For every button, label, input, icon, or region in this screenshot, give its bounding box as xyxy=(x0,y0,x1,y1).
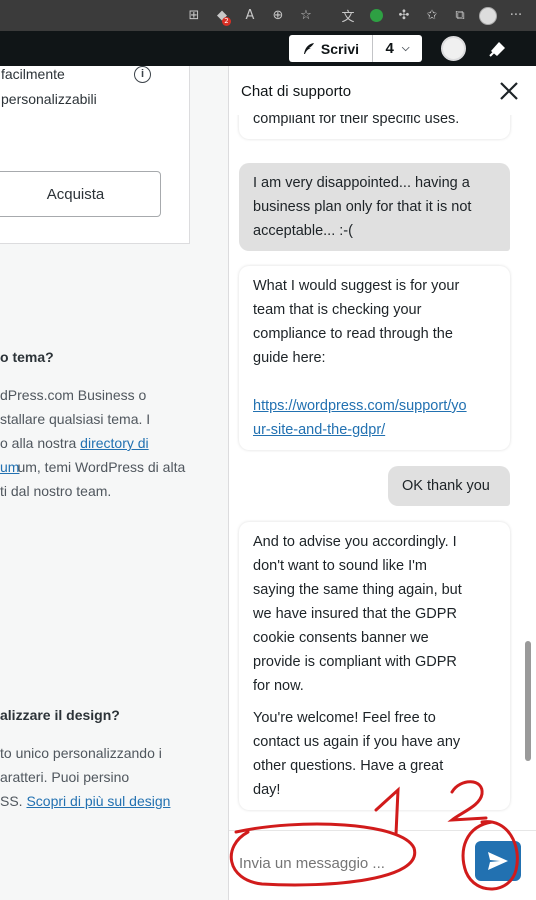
toolbar-divider xyxy=(320,2,334,30)
message-line: guide here: xyxy=(253,350,326,366)
info-icon[interactable]: i xyxy=(134,66,151,83)
agent-message: What I would suggest is for your team th… xyxy=(239,266,510,450)
message-line: other questions. Have a great xyxy=(253,758,444,774)
notifications-icon[interactable] xyxy=(487,39,509,59)
masterbar: Scrivi 4 ⌵ xyxy=(0,31,536,66)
site-count: 4 xyxy=(385,40,394,57)
message-line: day! xyxy=(253,782,281,798)
gdpr-guide-link-text[interactable]: ur-site-and-the-gdpr/ xyxy=(253,422,385,438)
gdpr-guide-link[interactable]: https://wordpress.com/support/yo xyxy=(253,394,496,418)
message-composer xyxy=(229,830,536,900)
extension-badge: 2 xyxy=(222,16,231,26)
message-line: provide is compliant with GDPR xyxy=(253,654,457,670)
read-aloud-icon[interactable]: A xyxy=(236,2,264,30)
plan-feature-text: facilmente xyxy=(1,66,65,82)
gdpr-guide-link[interactable]: ur-site-and-the-gdpr/ xyxy=(253,418,496,442)
plan-feature-text: personalizzabili xyxy=(1,91,97,107)
site-switcher[interactable]: 4 ⌵ xyxy=(373,35,422,62)
support-chat-panel: Chat di supporto compliant for their spe… xyxy=(228,66,536,900)
message-line: You're welcome! Feel free to xyxy=(253,710,436,726)
faq-answer-fragment: SS. xyxy=(0,793,27,809)
close-icon[interactable] xyxy=(497,79,521,103)
agent-message: compliant for their specific uses. xyxy=(239,115,510,139)
message-line: I am very disappointed... having a xyxy=(253,175,470,191)
message-list[interactable]: compliant for their specific uses. I am … xyxy=(229,115,536,830)
faq-answer-text: dPress.com Business o xyxy=(0,387,147,403)
faq-answer-text: umum, temi WordPress di alta xyxy=(0,459,185,475)
write-button[interactable]: Scrivi 4 ⌵ xyxy=(289,35,422,62)
grid-icon[interactable]: ⊞ xyxy=(180,2,208,30)
gdpr-guide-link-text[interactable]: https://wordpress.com/support/yo xyxy=(253,398,467,414)
chat-title: Chat di supporto xyxy=(241,83,352,100)
extension-badge-icon[interactable]: ◆ 2 xyxy=(208,2,236,30)
favorites-icon[interactable]: ✩ xyxy=(418,2,446,30)
feather-icon xyxy=(303,42,314,54)
faq-answer-text: to unico personalizzando i xyxy=(0,745,162,761)
message-line: cookie consents banner we xyxy=(253,630,429,646)
write-button-main[interactable]: Scrivi xyxy=(289,35,373,62)
message-input[interactable] xyxy=(239,845,459,881)
message-line: acceptable... :-( xyxy=(253,223,353,239)
message-line: OK thank you xyxy=(402,478,490,494)
message-line: contact us again if you have any xyxy=(253,734,461,750)
chat-header: Chat di supporto xyxy=(229,66,536,115)
theme-directory-link[interactable]: directory di xyxy=(80,435,148,451)
faq-answer-text: ti dal nostro team. xyxy=(0,483,112,499)
message-line: team that is checking your xyxy=(253,302,422,318)
message-line: business plan only for that it is not xyxy=(253,199,472,215)
faq-question-theme[interactable]: o tema? xyxy=(0,349,54,365)
buy-button[interactable]: Acquista xyxy=(0,171,161,217)
translate-icon[interactable]: 文 xyxy=(334,2,362,30)
zoom-icon[interactable]: ⊕ xyxy=(264,2,292,30)
add-favorite-icon[interactable]: ☆ xyxy=(292,2,320,30)
chevron-down-icon: ⌵ xyxy=(401,43,410,54)
faq-answer-text: stallare qualsiasi tema. I xyxy=(0,411,151,427)
user-message: OK thank you xyxy=(388,466,510,506)
plan-card: facilmente personalizzabili i xyxy=(0,66,190,244)
faq-answer-text: aratteri. Puoi persino xyxy=(0,769,130,785)
collections-icon[interactable]: ⧉ xyxy=(446,2,474,30)
agent-message: And to advise you accordingly. I don't w… xyxy=(239,522,510,810)
faq-answer-text: SS. Scopri di più sul design xyxy=(0,793,170,809)
message-line: compliance to read through the xyxy=(253,326,453,342)
send-icon xyxy=(488,852,508,870)
faq-question-design[interactable]: alizzare il design? xyxy=(0,707,120,723)
profile-icon[interactable] xyxy=(474,2,502,30)
green-extension-icon[interactable] xyxy=(362,2,390,30)
design-link[interactable]: Scopri di più sul design xyxy=(26,793,170,809)
browser-toolbar: ⊞ ◆ 2 A ⊕ ☆ 文 ✣ ✩ ⧉ ··· xyxy=(0,0,536,31)
chat-scrollbar[interactable] xyxy=(525,641,531,761)
message-line: for now. xyxy=(253,678,304,694)
message-line: What I would suggest is for your xyxy=(253,278,460,294)
user-message: I am very disappointed... having a busin… xyxy=(239,163,510,251)
puzzle-icon[interactable]: ✣ xyxy=(390,2,418,30)
faq-answer-fragment: o alla nostra xyxy=(0,435,81,451)
avatar[interactable] xyxy=(441,36,466,61)
message-line: And to advise you accordingly. I xyxy=(253,534,457,550)
write-label: Scrivi xyxy=(320,40,360,57)
send-button[interactable] xyxy=(475,841,521,881)
message-line: don't want to sound like I'm xyxy=(253,558,427,574)
faq-answer-fragment: um, temi WordPress di alta xyxy=(17,459,186,475)
plan-page: facilmente personalizzabili i Acquista o… xyxy=(0,66,228,900)
message-line: we have insured that the GDPR xyxy=(253,606,457,622)
faq-answer-text: o alla nostra directory di xyxy=(0,435,149,451)
message-line: saying the same thing again, but xyxy=(253,582,462,598)
message-line: compliant for their specific uses. xyxy=(253,115,460,127)
more-icon[interactable]: ··· xyxy=(502,2,530,30)
